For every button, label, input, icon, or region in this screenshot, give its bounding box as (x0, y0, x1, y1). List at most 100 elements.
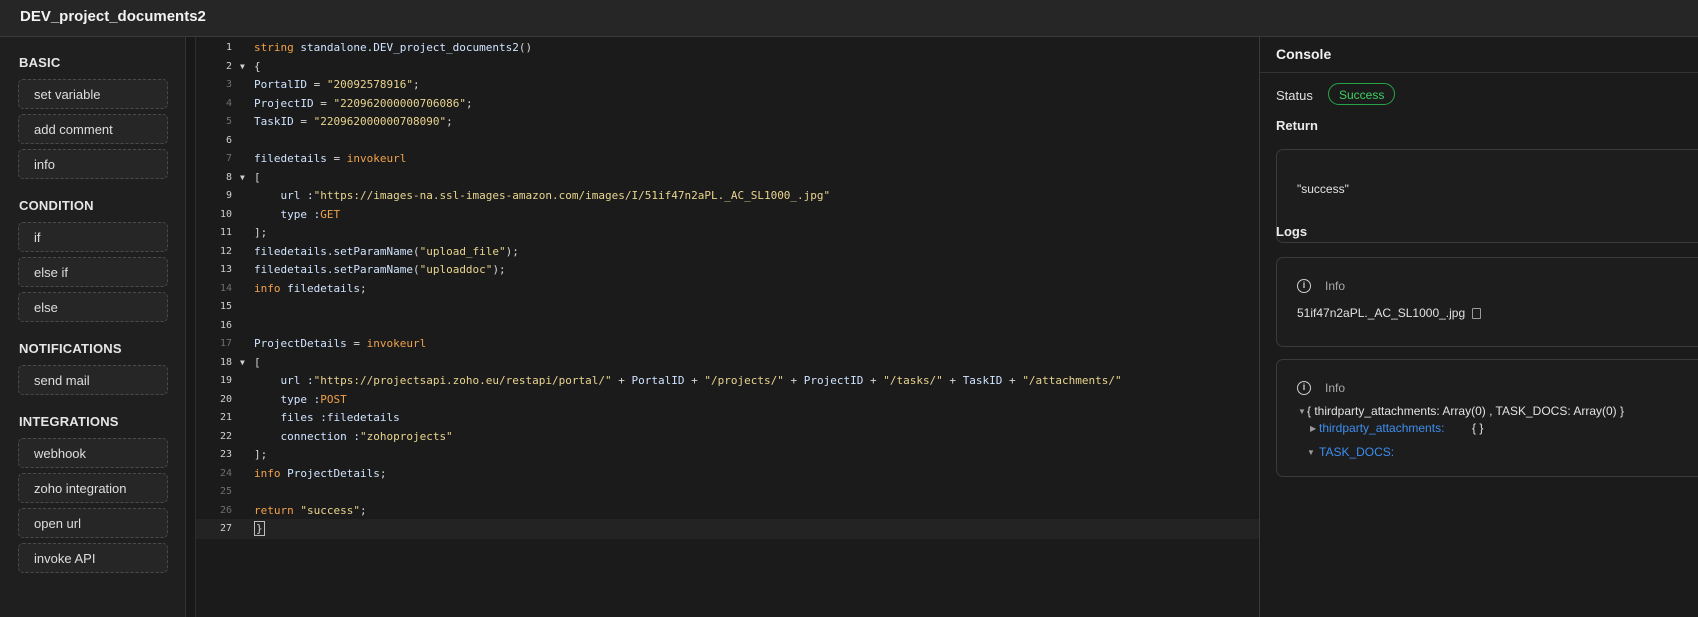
console-panel: Console Status Success Return "success" … (1259, 37, 1698, 617)
status-label: Status (1276, 88, 1313, 103)
logs-label: Logs (1276, 224, 1308, 239)
code-line[interactable]: 16 (196, 316, 1259, 336)
code-text: ProjectDetails = invokeurl (254, 337, 427, 350)
sidebar-scrollbar[interactable] (186, 37, 196, 617)
line-number: 26 (219, 504, 232, 516)
palette-item-else-if[interactable]: else if (18, 257, 168, 287)
palette-item-else[interactable]: else (18, 292, 168, 322)
line-number: 10 (219, 208, 232, 220)
line-number: 18 (219, 356, 232, 368)
code-line[interactable]: 27} (196, 519, 1259, 539)
line-number: 11 (219, 227, 232, 238)
section-title-notifications: NOTIFICATIONS (19, 341, 122, 356)
code-editor[interactable]: 1 string standalone.DEV_project_documents… (196, 37, 1259, 617)
code-text: ]; (254, 448, 268, 461)
console-header: Console (1260, 37, 1698, 73)
code-line[interactable]: 12 filedetails.setParamName("upload_file"… (196, 242, 1259, 262)
code-line[interactable]: 22 connection :"zohoprojects" (196, 427, 1259, 447)
palette-item-info[interactable]: info (18, 149, 168, 179)
code-line[interactable]: 8 ▼ [ (196, 168, 1259, 188)
palette-item-send-mail[interactable]: send mail (18, 365, 168, 395)
status-badge: Success (1328, 83, 1396, 105)
code-line[interactable]: 15 (196, 297, 1259, 317)
return-value: "success" (1297, 182, 1349, 196)
palette-item-if[interactable]: if (18, 222, 168, 252)
line-number: 5 (225, 116, 232, 127)
line-number: 3 (225, 79, 232, 90)
log-text: 51if47n2aPL._AC_SL1000_.jpg (1297, 306, 1466, 320)
title-bar: DEV_project_documents2 (0, 0, 1698, 37)
code-line[interactable]: 23]; (196, 445, 1259, 465)
code-line[interactable]: 10 type :GET (196, 205, 1259, 225)
code-line[interactable]: 25 (196, 482, 1259, 502)
line-number: 8 (225, 171, 232, 183)
fold-toggle-icon[interactable]: ▼ (240, 168, 245, 188)
code-line[interactable]: 4 ProjectID = "220962000000706086"; (196, 94, 1259, 114)
log-key-thirdparty-attachments[interactable]: thirdparty_attachments: (1319, 421, 1444, 435)
code-text: ProjectID = "220962000000706086"; (254, 96, 473, 110)
code-line[interactable]: 5 TaskID = "220962000000708090"; (196, 112, 1259, 132)
log-entry-2: i Info ▼ { thirdparty_attachments: Array… (1276, 359, 1698, 477)
palette-item-set-variable[interactable]: set variable (18, 79, 168, 109)
document-icon[interactable] (1472, 308, 1481, 319)
window-title: DEV_project_documents2 (20, 8, 206, 25)
code-text: [ (254, 170, 261, 184)
code-text: { (254, 59, 261, 73)
palette-item-add-comment[interactable]: add comment (18, 114, 168, 144)
fold-toggle-icon[interactable]: ▼ (240, 353, 245, 373)
code-text: files :filedetails (254, 411, 400, 424)
code-text: type :POST (254, 392, 347, 406)
code-line[interactable]: 11]; (196, 223, 1259, 243)
line-number: 14 (219, 282, 232, 294)
code-line[interactable]: 21 files :filedetails (196, 408, 1259, 428)
code-text: string standalone.DEV_project_documents2… (254, 41, 533, 54)
code-text: info filedetails; (254, 281, 367, 295)
code-text: info ProjectDetails; (254, 466, 387, 480)
code-line[interactable]: 26 return "success"; (196, 501, 1259, 521)
fold-toggle-icon[interactable]: ▼ (240, 57, 245, 77)
code-line[interactable]: 6 (196, 131, 1259, 151)
log-key-task-docs[interactable]: TASK_DOCS: (1319, 445, 1394, 459)
log-object-summary[interactable]: { thirdparty_attachments: Array(0) , TAS… (1307, 404, 1624, 418)
expand-caret-icon[interactable]: ▶ (1310, 424, 1316, 433)
line-number: 22 (219, 430, 232, 442)
code-line[interactable]: 1 string standalone.DEV_project_documents… (196, 38, 1259, 58)
code-text: ]; (254, 226, 268, 239)
code-text: return "success"; (254, 503, 367, 517)
code-line[interactable]: 7 filedetails = invokeurl (196, 149, 1259, 169)
code-line[interactable]: 20 type :POST (196, 390, 1259, 410)
return-label: Return (1276, 118, 1318, 133)
code-text: PortalID = "20092578916"; (254, 78, 420, 91)
section-title-integrations: INTEGRATIONS (19, 414, 119, 429)
code-line[interactable]: 18 ▼ [ (196, 353, 1259, 373)
line-number: 15 (219, 301, 232, 312)
code-line[interactable]: 3 PortalID = "20092578916"; (196, 75, 1259, 95)
line-number: 21 (219, 412, 232, 423)
section-title-condition: CONDITION (19, 198, 94, 213)
palette-item-invoke-api[interactable]: invoke API (18, 543, 168, 573)
line-number: 16 (219, 319, 232, 331)
code-text: filedetails = invokeurl (254, 152, 407, 165)
palette-item-open-url[interactable]: open url (18, 508, 168, 538)
log-entry-1: i Info 51if47n2aPL._AC_SL1000_.jpg (1276, 257, 1698, 347)
collapse-caret-icon[interactable]: ▼ (1298, 407, 1306, 416)
info-icon: i (1297, 381, 1311, 395)
log-key-value: { } (1472, 421, 1484, 435)
code-line[interactable]: 19 url :"https://projectsapi.zoho.eu/res… (196, 371, 1259, 391)
code-line[interactable]: 17 ProjectDetails = invokeurl (196, 334, 1259, 354)
code-line[interactable]: 13 filedetails.setParamName("uploaddoc"); (196, 260, 1259, 280)
palette-item-zoho-integration[interactable]: zoho integration (18, 473, 168, 503)
line-number: 27 (219, 523, 232, 534)
line-number: 6 (225, 134, 232, 146)
line-number: 25 (219, 486, 232, 497)
code-line[interactable]: 9 url :"https://images-na.ssl-images-ama… (196, 186, 1259, 206)
palette-item-webhook[interactable]: webhook (18, 438, 168, 468)
code-line[interactable]: 24 info ProjectDetails; (196, 464, 1259, 484)
line-number: 23 (219, 449, 232, 460)
task-palette-sidebar: BASIC set variable add comment info COND… (0, 37, 186, 617)
code-line[interactable]: 14 info filedetails; (196, 279, 1259, 299)
code-line[interactable]: 2 ▼ { (196, 57, 1259, 77)
collapse-caret-icon[interactable]: ▼ (1307, 448, 1315, 457)
line-number: 13 (219, 264, 232, 275)
code-text: TaskID = "220962000000708090"; (254, 115, 453, 128)
